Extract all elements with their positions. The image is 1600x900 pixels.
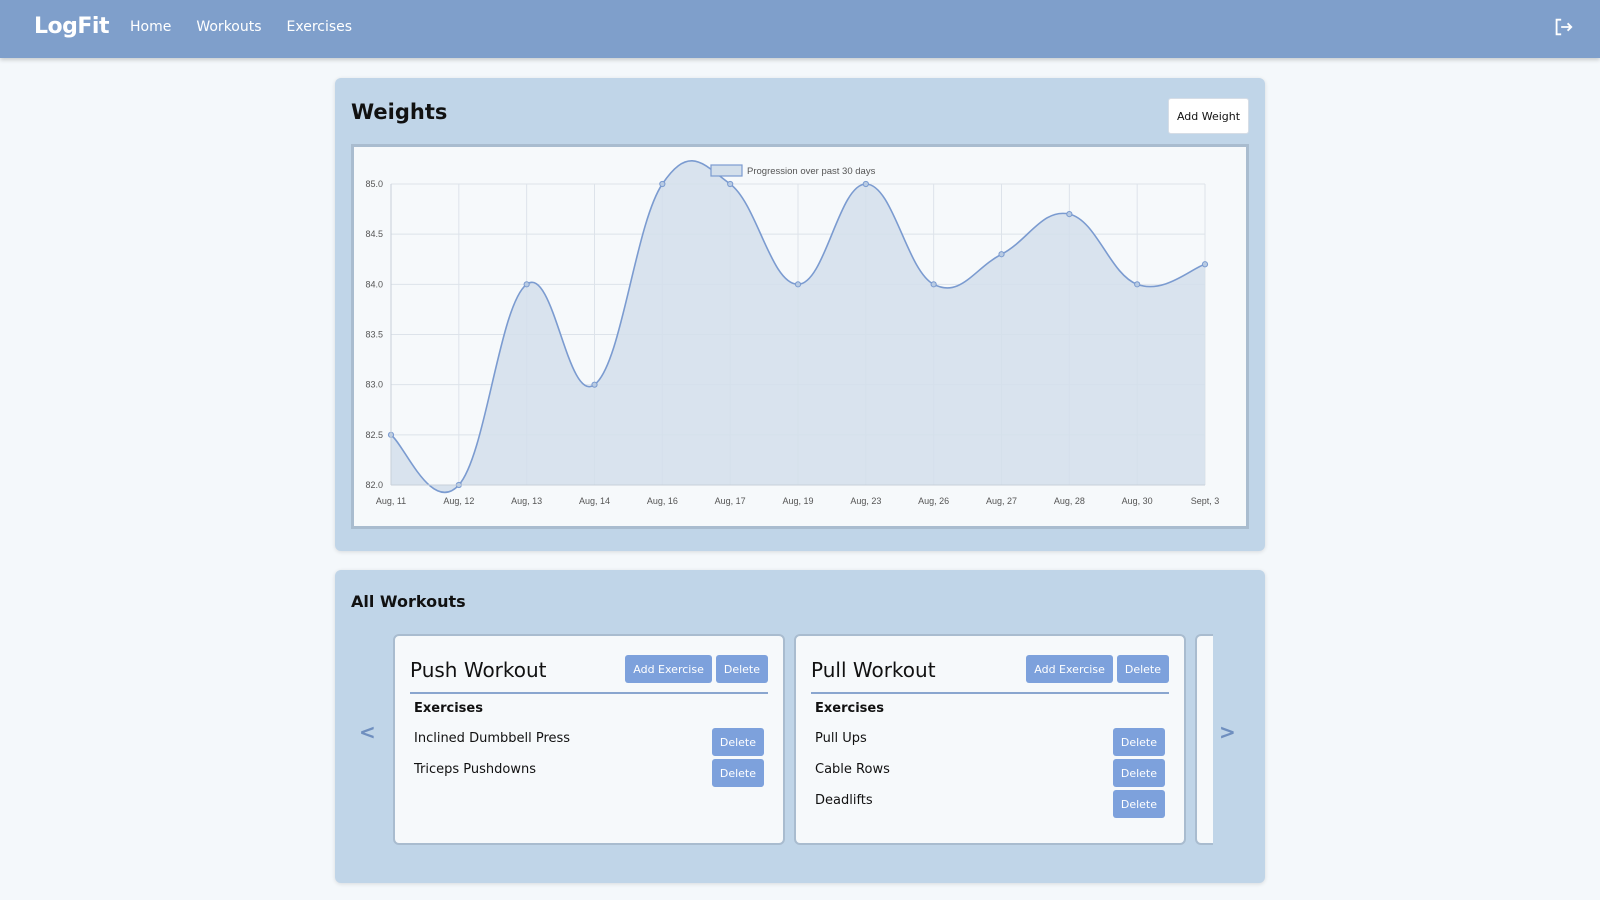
data-point bbox=[727, 180, 734, 188]
exercise-row: Pull Ups Delete bbox=[815, 728, 1165, 756]
logout-icon[interactable] bbox=[1552, 16, 1574, 38]
exercise-row: Inclined Dumbbell Press Delete bbox=[414, 728, 764, 756]
workout-card-push: Push Workout Add Exercise Delete Exercis… bbox=[393, 634, 785, 845]
x-tick-label: Aug, 27 bbox=[986, 496, 1017, 506]
data-point bbox=[862, 180, 869, 188]
x-tick-label: Aug, 28 bbox=[1054, 496, 1085, 506]
delete-exercise-button[interactable]: Delete bbox=[1112, 728, 1165, 756]
workout-card-title: Push Workout bbox=[410, 658, 547, 682]
workouts-panel: All Workouts < Push Workout Add Exercise… bbox=[335, 570, 1265, 883]
x-tick-label: Aug, 26 bbox=[918, 496, 949, 506]
data-point bbox=[998, 251, 1005, 258]
data-point bbox=[523, 281, 530, 288]
x-tick-label: Sept, 3 bbox=[1191, 496, 1220, 506]
x-tick-label: Aug, 11 bbox=[376, 496, 406, 506]
x-tick-label: Aug, 14 bbox=[579, 496, 610, 506]
legend-label: Progression over past 30 days bbox=[747, 166, 876, 177]
navbar: LogFit Home Workouts Exercises bbox=[0, 0, 1600, 58]
data-point bbox=[1134, 281, 1141, 288]
y-tick-label: 82.5 bbox=[365, 430, 383, 440]
workout-card-pull: Pull Workout Add Exercise Delete Exercis… bbox=[794, 634, 1186, 845]
y-tick-label: 84.5 bbox=[365, 229, 383, 239]
x-tick-label: Aug, 13 bbox=[511, 496, 542, 506]
exercise-name: Cable Rows bbox=[815, 762, 890, 777]
legend-swatch bbox=[710, 164, 743, 177]
exercise-name: Pull Ups bbox=[815, 731, 867, 746]
exercise-name: Deadlifts bbox=[815, 793, 873, 808]
nav-links: Home Workouts Exercises bbox=[130, 19, 377, 35]
card-divider bbox=[410, 692, 768, 694]
workout-card-actions: Add Exercise Delete bbox=[625, 655, 768, 683]
card-divider bbox=[811, 692, 1169, 694]
delete-exercise-button[interactable]: Delete bbox=[1112, 759, 1165, 787]
data-point bbox=[659, 180, 666, 188]
exercise-row: Deadlifts Delete bbox=[815, 790, 1165, 818]
data-point bbox=[930, 281, 937, 288]
delete-exercise-button[interactable]: Delete bbox=[1112, 790, 1165, 818]
data-point bbox=[1201, 261, 1209, 268]
x-tick-label: Aug, 12 bbox=[443, 496, 474, 506]
delete-workout-button[interactable]: Delete bbox=[715, 655, 768, 683]
weights-panel: Weights Add Weight 85.0 84.5 84.0 83.5 83.0 8… bbox=[335, 78, 1265, 551]
nav-exercises[interactable]: Exercises bbox=[287, 19, 353, 35]
exercise-row: Triceps Pushdowns Delete bbox=[414, 759, 764, 787]
carousel-prev-button[interactable]: < bbox=[359, 720, 376, 744]
carousel-next-button[interactable]: > bbox=[1219, 720, 1236, 744]
data-point bbox=[794, 281, 802, 288]
y-tick-label: 83.5 bbox=[365, 330, 383, 340]
exercise-row: Cable Rows Delete bbox=[815, 759, 1165, 787]
exercises-label: Exercises bbox=[815, 701, 884, 716]
x-tick-label: Aug, 16 bbox=[647, 496, 678, 506]
x-tick-label: Aug, 30 bbox=[1122, 496, 1153, 506]
x-tick-label: Aug, 23 bbox=[850, 496, 881, 506]
y-tick-label: 85.0 bbox=[365, 179, 383, 189]
exercises-label: Exercises bbox=[414, 701, 483, 716]
nav-home[interactable]: Home bbox=[130, 19, 171, 35]
x-tick-label: Aug, 17 bbox=[715, 496, 746, 506]
workout-card-title: Pull Workout bbox=[811, 658, 936, 682]
weights-chart-frame: 85.0 84.5 84.0 83.5 83.0 82.5 82.0 Aug, 11 Aug, … bbox=[351, 144, 1249, 529]
delete-exercise-button[interactable]: Delete bbox=[711, 759, 764, 787]
weights-chart: 85.0 84.5 84.0 83.5 83.0 82.5 82.0 Aug, 11 Aug, … bbox=[365, 160, 1220, 506]
nav-workouts[interactable]: Workouts bbox=[196, 19, 261, 35]
exercise-name: Inclined Dumbbell Press bbox=[414, 731, 571, 746]
exercise-name: Triceps Pushdowns bbox=[414, 762, 537, 777]
y-tick-label: 82.0 bbox=[365, 480, 383, 490]
data-point bbox=[591, 381, 598, 388]
add-exercise-button[interactable]: Add Exercise bbox=[625, 655, 712, 683]
y-tick-label: 83.0 bbox=[365, 380, 383, 390]
brand-logo[interactable]: LogFit bbox=[34, 14, 109, 39]
delete-workout-button[interactable]: Delete bbox=[1116, 655, 1169, 683]
workout-card-next-peek bbox=[1195, 634, 1213, 845]
workouts-title: All Workouts bbox=[351, 592, 466, 611]
y-tick-label: 84.0 bbox=[365, 279, 383, 289]
weights-title: Weights bbox=[351, 100, 448, 124]
delete-exercise-button[interactable]: Delete bbox=[711, 728, 764, 756]
workout-card-actions: Add Exercise Delete bbox=[1026, 655, 1169, 683]
data-point bbox=[1066, 211, 1073, 218]
add-exercise-button[interactable]: Add Exercise bbox=[1026, 655, 1113, 683]
x-tick-label: Aug, 19 bbox=[782, 496, 813, 506]
add-weight-button[interactable]: Add Weight bbox=[1168, 98, 1249, 134]
